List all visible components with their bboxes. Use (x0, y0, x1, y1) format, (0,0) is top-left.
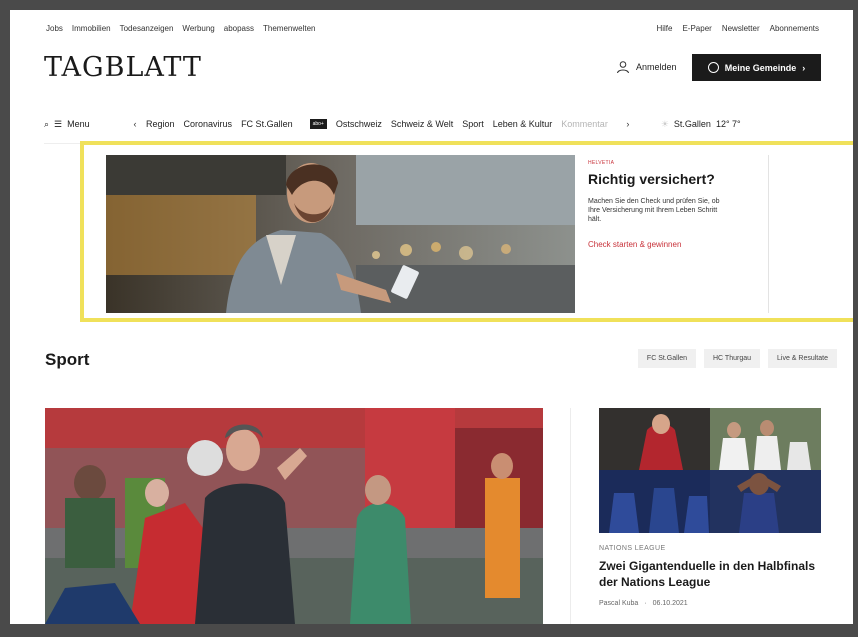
tag-fc-st-gallen[interactable]: FC St.Gallen (637, 349, 696, 368)
menu-button[interactable]: ⌕ ☰ Menu (44, 119, 124, 130)
chevron-right-icon: › (802, 62, 806, 73)
weather-location: St.Gallen (673, 119, 711, 129)
login-button[interactable]: Anmelden (616, 60, 677, 74)
utility-nav: Hilfe E-Paper Newsletter Abonnements (656, 24, 819, 33)
ad-brand: HELVETIA (588, 160, 615, 166)
nav-item-leben-kultur[interactable]: Leben & Kultur (493, 119, 553, 129)
nav-item-ostschweiz[interactable]: Ostschweiz (336, 119, 382, 129)
help-link[interactable]: Hilfe (656, 24, 672, 33)
ad-body: Machen Sie den Check und prüfen Sie, ob … (588, 198, 720, 223)
side-article-date: 06.10.2021 (652, 600, 688, 607)
ad-cta-link[interactable]: Check starten & gewinnen (588, 240, 748, 249)
weather-widget[interactable]: ☀ St.Gallen 12° 7° (661, 119, 741, 130)
top-nav: Jobs Immobilien Todesanzeigen Werbung ab… (46, 24, 315, 33)
nav-item-fc-st-gallen[interactable]: FC St.Gallen (241, 119, 293, 129)
my-community-button[interactable]: Meine Gemeinde › (692, 54, 821, 81)
tag-hc-thurgau[interactable]: HC Thurgau (704, 349, 761, 368)
ad-divider (768, 155, 769, 313)
user-icon (617, 61, 629, 74)
side-article-meta: Pascal Kuba · 06.10.2021 (599, 600, 688, 607)
side-article-author[interactable]: Pascal Kuba (599, 600, 638, 607)
tag-live-resultate[interactable]: Live & Resultate (768, 349, 837, 368)
top-nav-item[interactable]: abopass (224, 24, 254, 33)
nav-item-sport[interactable]: Sport (462, 119, 484, 129)
top-nav-item[interactable]: Themenwelten (263, 24, 315, 33)
top-nav-item[interactable]: Werbung (182, 24, 214, 33)
top-nav-item[interactable]: Jobs (46, 24, 63, 33)
weather-temperature: 12° 7° (715, 119, 741, 129)
top-nav-item[interactable]: Todesanzeigen (120, 24, 174, 33)
sun-icon: ☀ (660, 118, 669, 129)
section-tags: FC St.Gallen HC Thurgau Live & Resultate (637, 349, 837, 368)
site-logo[interactable]: TAGBLATT (44, 52, 202, 83)
nav-scroll-left-icon[interactable]: ‹ (124, 119, 146, 129)
epaper-link[interactable]: E-Paper (682, 24, 711, 33)
nav-item-coronavirus[interactable]: Coronavirus (184, 119, 233, 129)
abo-plus-badge: abo+ (309, 119, 327, 129)
ad-title[interactable]: Richtig versichert? (588, 171, 748, 187)
hamburger-icon: ☰ (54, 118, 63, 129)
compass-icon (707, 62, 719, 73)
nav-item-kommentar[interactable]: Kommentar (561, 119, 608, 129)
side-article-title[interactable]: Zwei Gigantenduelle in den Halbfinals de… (599, 558, 821, 590)
top-nav-item[interactable]: Immobilien (72, 24, 111, 33)
nav-scroll-right-icon[interactable]: › (617, 119, 639, 129)
search-icon: ⌕ (44, 118, 50, 129)
ad-image[interactable] (106, 155, 575, 313)
my-community-label: Meine Gemeinde (724, 62, 797, 73)
subscriptions-link[interactable]: Abonnements (770, 24, 819, 33)
nav-item-region[interactable]: Region (146, 119, 175, 129)
newsletter-link[interactable]: Newsletter (722, 24, 760, 33)
menu-label: Menu (67, 119, 90, 129)
column-divider (570, 408, 571, 624)
login-label: Anmelden (636, 62, 677, 72)
page: Jobs Immobilien Todesanzeigen Werbung ab… (10, 10, 853, 624)
side-article-image[interactable] (599, 408, 821, 533)
main-nav: ⌕ ☰ Menu ‹ Region Coronavirus FC St.Gall… (44, 114, 824, 134)
nav-item-schweiz-welt[interactable]: Schweiz & Welt (391, 119, 453, 129)
lead-article-image[interactable] (45, 408, 543, 624)
side-article-category[interactable]: NATIONS LEAGUE (599, 545, 666, 552)
ad-text: HELVETIA Richtig versichert? Machen Sie … (588, 160, 748, 249)
section-title[interactable]: Sport (45, 350, 89, 370)
meta-separator: · (644, 600, 647, 607)
